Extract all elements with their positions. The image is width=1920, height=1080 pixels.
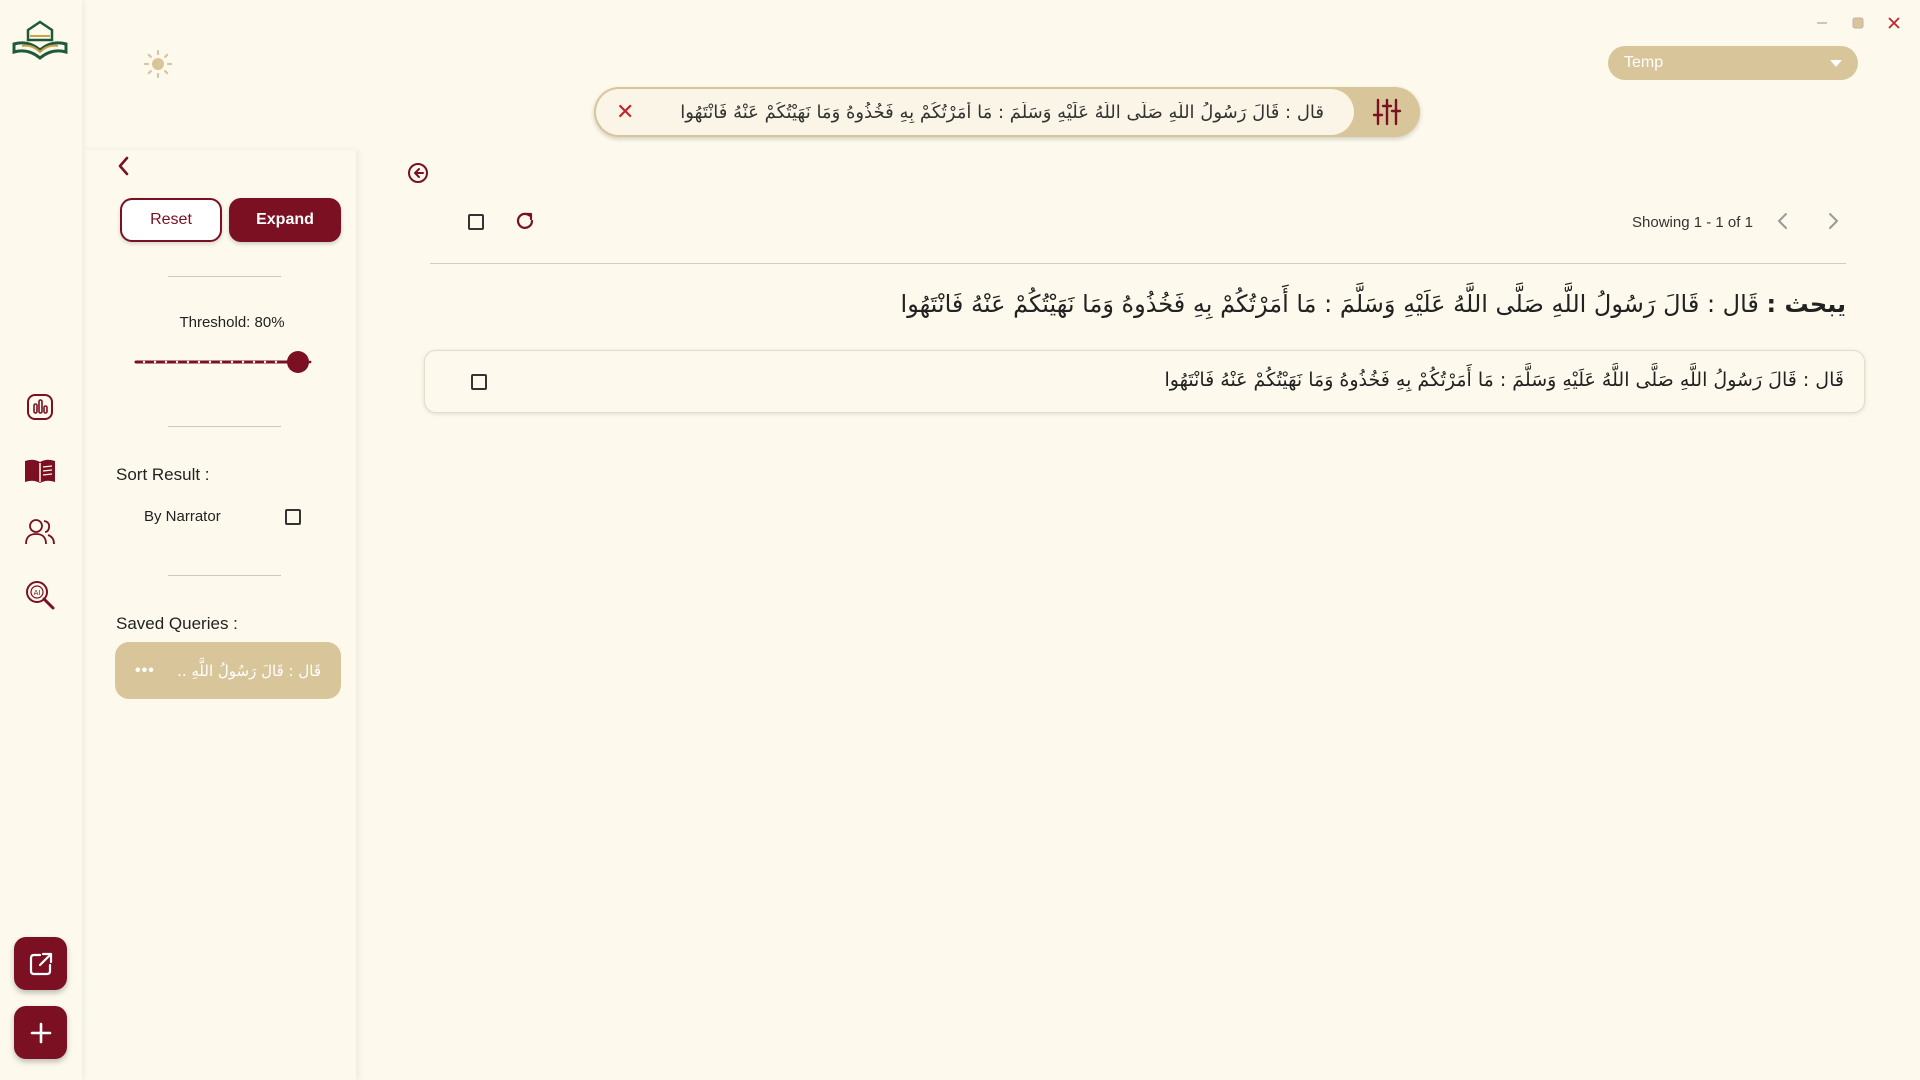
expand-button[interactable]: Expand — [229, 198, 341, 242]
stats-icon[interactable] — [23, 390, 57, 424]
divider — [168, 426, 281, 427]
dropdown-value: Temp — [1624, 54, 1664, 71]
minimize-button[interactable] — [1813, 14, 1831, 32]
search-heading-query: قَال : قَالَ رَسُولُ اللَّهِ صَلَّى اللَ… — [900, 290, 1759, 318]
svg-text:AI: AI — [34, 589, 41, 597]
result-item[interactable]: قَال : قَالَ رَسُولُ اللَّهِ صَلَّى اللَ… — [424, 350, 1865, 413]
book-icon[interactable] — [23, 454, 57, 488]
search-input-wrapper[interactable]: قال : قَالَ رَسُولُ اللَّهِ صَلَّى اللَّ… — [596, 89, 1354, 135]
refresh-icon[interactable] — [514, 210, 536, 232]
reset-button[interactable]: Reset — [120, 198, 222, 242]
external-link-button[interactable] — [14, 937, 67, 990]
results-divider — [430, 263, 1846, 264]
sliders-icon[interactable] — [1372, 97, 1402, 127]
search-bar: قال : قَالَ رَسُولُ اللَّهِ صَلَّى اللَّ… — [594, 87, 1420, 137]
nav-rail: AI — [0, 0, 82, 1080]
external-link-icon — [29, 952, 52, 975]
next-page-icon[interactable] — [1822, 210, 1844, 232]
sort-result-label: Sort Result : — [116, 465, 210, 484]
logo-icon — [12, 20, 68, 60]
result-checkbox[interactable] — [471, 374, 487, 390]
theme-toggle-sun-icon[interactable] — [143, 49, 173, 79]
plus-icon — [30, 1022, 51, 1043]
search-input[interactable]: قال : قَالَ رَسُولُ اللَّهِ صَلَّى اللَّ… — [634, 102, 1340, 123]
prev-page-icon[interactable] — [1772, 210, 1794, 232]
maximize-button[interactable] — [1849, 14, 1867, 32]
filter-panel: Reset Expand Threshold: 80% Sort Result … — [82, 150, 356, 1080]
add-button[interactable] — [14, 1006, 67, 1059]
search-heading-prefix: يبحث : — [1766, 290, 1846, 318]
search-heading: يبحث : قَال : قَالَ رَسُولُ اللَّهِ صَلَ… — [901, 290, 1846, 318]
divider — [168, 575, 281, 576]
users-icon[interactable] — [23, 515, 57, 549]
collection-dropdown[interactable]: Temp — [1608, 46, 1858, 80]
threshold-label: Threshold: 80% — [179, 314, 285, 331]
close-window-button[interactable] — [1885, 14, 1903, 32]
pagination-status: Showing 1 - 1 of 1 — [1632, 214, 1753, 231]
ai-search-icon[interactable]: AI — [23, 578, 57, 612]
threshold-slider[interactable] — [134, 350, 314, 374]
chevron-left-icon[interactable] — [112, 154, 136, 178]
close-icon[interactable]: ✕ — [616, 101, 634, 123]
collapse-panel-icon[interactable] — [406, 161, 430, 185]
more-options-icon[interactable]: ••• — [135, 662, 155, 680]
select-all-checkbox[interactable] — [468, 214, 484, 230]
result-text: قَال : قَالَ رَسُولُ اللَّهِ صَلَّى اللَ… — [1164, 369, 1844, 391]
saved-query-item[interactable]: ••• قَال : قَالَ رَسُولُ اللَّهِ .. — [115, 642, 341, 699]
by-narrator-label: By Narrator — [144, 508, 221, 525]
saved-queries-label: Saved Queries : — [116, 614, 238, 633]
chevron-down-icon — [1830, 59, 1842, 67]
saved-query-text: قَال : قَالَ رَسُولُ اللَّهِ .. — [177, 661, 321, 680]
by-narrator-checkbox[interactable] — [285, 509, 301, 525]
divider — [168, 276, 281, 277]
